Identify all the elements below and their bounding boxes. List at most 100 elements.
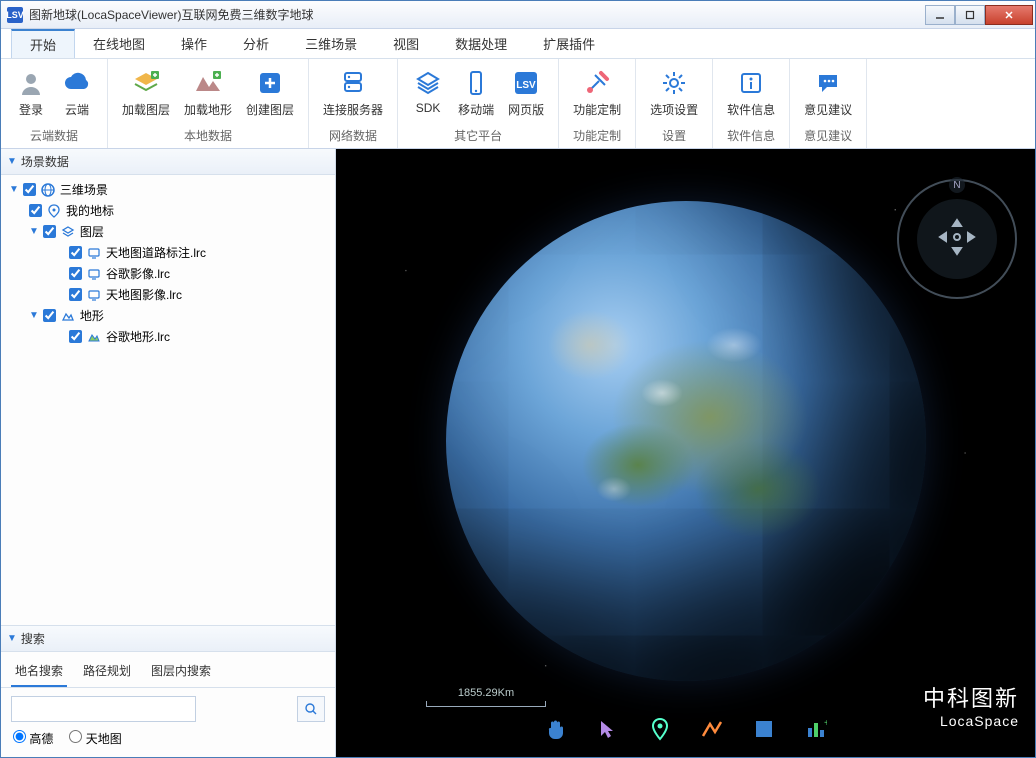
terrain-add-icon (192, 67, 224, 99)
provider-gaode[interactable]: 高德 (13, 730, 53, 747)
titlebar: LSV 图新地球(LocaSpaceViewer)互联网免费三维数字地球 (1, 1, 1035, 29)
tree-checkbox[interactable] (43, 225, 56, 238)
globe-icon (40, 182, 56, 198)
ribbon-btn-label: 软件信息 (727, 101, 775, 118)
menu-3d-scene[interactable]: 三维场景 (287, 29, 375, 58)
ribbon-group: 功能定制功能定制 (559, 59, 636, 148)
maximize-button[interactable] (955, 5, 985, 25)
ribbon-group-label: 意见建议 (790, 125, 866, 148)
tree-checkbox[interactable] (69, 267, 82, 280)
menu-operate[interactable]: 操作 (163, 29, 225, 58)
ribbon-btn-label: 创建图层 (246, 101, 294, 118)
tree-root[interactable]: ▼ 三维场景 (1, 179, 335, 200)
ribbon-group-label: 其它平台 (398, 125, 558, 148)
server-icon (337, 67, 369, 99)
tree-layer-item[interactable]: 天地图影像.lrc (1, 284, 335, 305)
menu-plugins[interactable]: 扩展插件 (525, 29, 613, 58)
ribbon-btn-label: 选项设置 (650, 101, 698, 118)
tree-checkbox[interactable] (29, 204, 42, 217)
settings-button[interactable]: 选项设置 (644, 63, 704, 122)
user-icon (15, 67, 47, 99)
tree-checkbox[interactable] (43, 309, 56, 322)
ribbon-group-label: 软件信息 (713, 125, 789, 148)
ribbon-group-label: 设置 (636, 125, 712, 148)
search-input[interactable] (11, 696, 196, 722)
tree-label: 三维场景 (60, 181, 108, 198)
load-terrain-button[interactable]: 加载地形 (178, 63, 238, 122)
provider-tianditu[interactable]: 天地图 (69, 730, 121, 747)
menu-online-map[interactable]: 在线地图 (75, 29, 163, 58)
compass-north[interactable]: N (949, 177, 965, 193)
create-layer-button[interactable]: 创建图层 (240, 63, 300, 122)
info-button[interactable]: 软件信息 (721, 63, 781, 122)
menu-data[interactable]: 数据处理 (437, 29, 525, 58)
tree-terrain[interactable]: ▼ 地形 (1, 305, 335, 326)
cloud-button[interactable]: 云端 (55, 63, 99, 122)
brand-watermark: 中科图新 LocaSpace (923, 681, 1019, 729)
tree-layers[interactable]: ▼ 图层 (1, 221, 335, 242)
terrain-icon (60, 308, 76, 324)
compass-pan[interactable] (917, 199, 997, 279)
collapse-icon: ▼ (7, 156, 17, 167)
menu-view[interactable]: 视图 (375, 29, 437, 58)
ribbon: 登录云端云端数据加载图层加载地形创建图层本地数据连接服务器网络数据SDK移动端L… (1, 59, 1035, 149)
close-button[interactable] (985, 5, 1033, 25)
svg-text:+: + (824, 718, 827, 729)
pan-arrows-icon (934, 214, 980, 265)
ribbon-group: SDK 移动端 LSV网页版其它平台 (398, 59, 559, 148)
tree-terrain-item[interactable]: 谷歌地形.lrc (1, 326, 335, 347)
search-tab-place[interactable]: 地名搜索 (11, 658, 67, 687)
ribbon-group: 加载图层加载地形创建图层本地数据 (108, 59, 309, 148)
line-tool[interactable] (698, 715, 726, 743)
sdk-icon (412, 67, 444, 99)
plus-box-icon (254, 67, 286, 99)
tree-layer-item[interactable]: 天地图道路标注.lrc (1, 242, 335, 263)
web-button[interactable]: LSV网页版 (502, 63, 550, 122)
tree-my-places[interactable]: 我的地标 (1, 200, 335, 221)
globe-viewer[interactable]: N 1855.29Km + 中科图新 LocaSpace (336, 149, 1035, 757)
connect-server-button[interactable]: 连接服务器 (317, 63, 389, 122)
nav-compass[interactable]: N (897, 179, 1017, 299)
ribbon-btn-label: 云端 (65, 101, 89, 118)
pin-tool[interactable] (646, 715, 674, 743)
sidebar: ▼ 场景数据 ▼ 三维场景 我的地标 ▼ (1, 149, 336, 757)
search-tab-route[interactable]: 路径规划 (79, 658, 135, 687)
ribbon-group-label: 云端数据 (1, 125, 107, 148)
ribbon-btn-label: 加载图层 (122, 101, 170, 118)
monitor-icon (86, 266, 102, 282)
menu-start[interactable]: 开始 (11, 29, 75, 58)
tree-checkbox[interactable] (69, 246, 82, 259)
sdk-button[interactable]: SDK (406, 63, 450, 119)
login-button[interactable]: 登录 (9, 63, 53, 122)
scale-text: 1855.29Km (458, 687, 514, 699)
bars-tool[interactable]: + (802, 715, 830, 743)
load-layer-button[interactable]: 加载图层 (116, 63, 176, 122)
tree-layer-item[interactable]: 谷歌影像.lrc (1, 263, 335, 284)
window-title: 图新地球(LocaSpaceViewer)互联网免费三维数字地球 (29, 6, 925, 23)
ribbon-group: 登录云端云端数据 (1, 59, 108, 148)
menu-analyze[interactable]: 分析 (225, 29, 287, 58)
terrain-file-icon (86, 329, 102, 345)
feedback-button[interactable]: 意见建议 (798, 63, 858, 122)
tree-checkbox[interactable] (69, 330, 82, 343)
mobile-button[interactable]: 移动端 (452, 63, 500, 122)
ribbon-btn-label: 移动端 (458, 101, 494, 118)
minimize-button[interactable] (925, 5, 955, 25)
polygon-tool[interactable] (750, 715, 778, 743)
expand-icon: ▼ (29, 226, 39, 237)
search-panel-title: 搜索 (21, 630, 45, 647)
tree-checkbox[interactable] (69, 288, 82, 301)
custom-button[interactable]: 功能定制 (567, 63, 627, 122)
brand-cn: 中科图新 (923, 681, 1019, 713)
pan-tool[interactable] (542, 715, 570, 743)
select-tool[interactable] (594, 715, 622, 743)
monitor-icon (86, 245, 102, 261)
brand-en: LocaSpace (923, 713, 1019, 729)
tree-checkbox[interactable] (23, 183, 36, 196)
search-panel-header[interactable]: ▼ 搜索 (1, 626, 335, 652)
search-tab-layer[interactable]: 图层内搜索 (147, 658, 215, 687)
scene-panel-header[interactable]: ▼ 场景数据 (1, 149, 335, 175)
layers-add-icon (130, 67, 162, 99)
ribbon-btn-label: 意见建议 (804, 101, 852, 118)
search-button[interactable] (297, 696, 325, 722)
